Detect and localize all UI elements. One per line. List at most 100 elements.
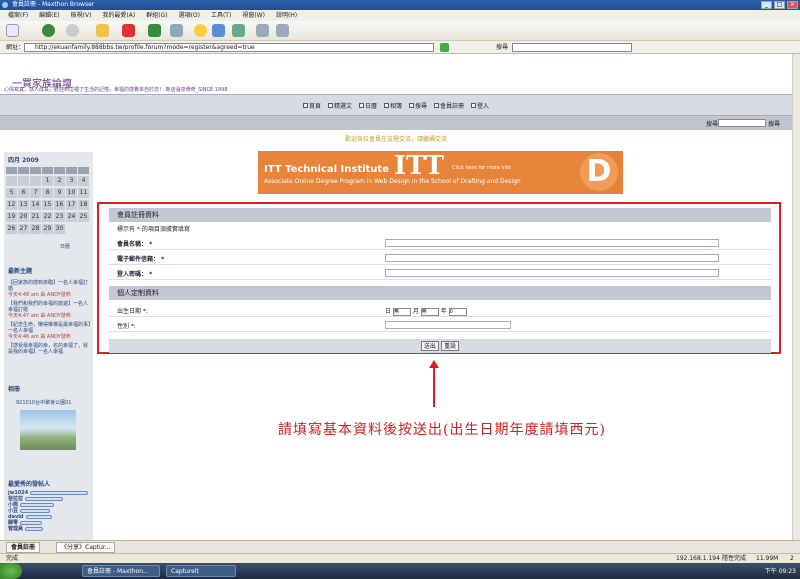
forum-search-button[interactable]: 搜尋 xyxy=(768,119,780,128)
nav-album[interactable]: 相簿 xyxy=(383,101,402,110)
calendar-day[interactable]: 15 xyxy=(42,200,53,210)
calendar-day[interactable]: 1 xyxy=(42,176,53,186)
layout-icon[interactable] xyxy=(256,24,269,37)
menu-groups[interactable]: 群組(G) xyxy=(146,10,167,21)
menu-edit[interactable]: 編輯(E) xyxy=(39,10,59,21)
calendar-day[interactable]: 7 xyxy=(30,188,41,198)
login-icon xyxy=(471,102,477,108)
email-input[interactable] xyxy=(385,254,719,262)
calendar-day[interactable]: 23 xyxy=(54,212,65,222)
open-icon[interactable] xyxy=(170,24,183,37)
go-icon[interactable] xyxy=(440,43,449,52)
new-page-icon[interactable] xyxy=(6,24,19,37)
start-button[interactable] xyxy=(0,563,22,579)
calendar-day[interactable]: 19 xyxy=(6,212,17,222)
forum-search-input[interactable] xyxy=(718,119,766,127)
year-prefix: 年 xyxy=(440,308,447,315)
register-icon xyxy=(434,102,440,108)
topic-link[interactable]: 【回家族的感到來臨】一名人幸福訂婚 xyxy=(8,280,92,292)
menu-file[interactable]: 檔案(F) xyxy=(8,10,28,21)
menu-options[interactable]: 選項(O) xyxy=(179,10,200,21)
nav-register[interactable]: 會員註冊 xyxy=(434,101,464,110)
password-input[interactable] xyxy=(385,269,719,277)
menu-favorites[interactable]: 我的最愛(A) xyxy=(102,10,135,21)
home-icon[interactable] xyxy=(96,24,109,37)
taskbar-item-browser[interactable]: 會員註冊 - Maxthon... xyxy=(82,565,160,577)
reset-button[interactable]: 重設 xyxy=(441,341,460,351)
back-icon[interactable] xyxy=(42,24,55,37)
day-select[interactable]: 無 xyxy=(392,307,411,316)
calendar-day[interactable]: 8 xyxy=(42,188,53,198)
calendar-day[interactable]: 13 xyxy=(18,200,29,210)
calendar-day[interactable]: 28 xyxy=(30,224,41,234)
nav-login[interactable]: 登入 xyxy=(471,101,489,110)
annotation-arrow xyxy=(433,364,435,407)
calendar-day[interactable]: 24 xyxy=(66,212,77,222)
submit-button[interactable]: 送出 xyxy=(420,341,439,351)
topic-link[interactable]: 【感受最幸福的幸，名的幸福了，就是我的幸福】一名人幸福 xyxy=(8,343,92,355)
calendar-day[interactable]: 20 xyxy=(18,212,29,222)
calendar-day[interactable]: 10 xyxy=(66,188,77,198)
poster-name[interactable]: 管理員 xyxy=(8,526,23,532)
calendar-title: 四月 2009 xyxy=(8,157,39,164)
menu-view[interactable]: 檢視(V) xyxy=(71,10,92,21)
calendar-day[interactable]: 11 xyxy=(78,188,89,198)
nav-featured[interactable]: 精選文 xyxy=(327,101,352,110)
album-photo[interactable] xyxy=(20,410,76,450)
save-icon[interactable] xyxy=(212,24,225,37)
calendar-day[interactable]: 21 xyxy=(30,212,41,222)
calendar-day[interactable]: 2 xyxy=(54,176,65,186)
vertical-scrollbar[interactable] xyxy=(792,54,800,540)
taskbar-item-capture[interactable]: Capturelt xyxy=(166,565,236,577)
menu-tools[interactable]: 工具(T) xyxy=(211,10,231,21)
undo-icon[interactable] xyxy=(232,24,245,37)
calendar-day[interactable]: 16 xyxy=(54,200,65,210)
favorites-icon[interactable] xyxy=(194,24,207,37)
calendar-day[interactable]: 5 xyxy=(6,188,17,198)
forward-icon[interactable] xyxy=(66,24,79,37)
calendar-day[interactable]: 9 xyxy=(54,188,65,198)
calendar-day[interactable]: 27 xyxy=(18,224,29,234)
calendar-day[interactable]: 4 xyxy=(78,176,89,186)
url-field[interactable]: http://ekuanfamily.888bbs.tw/profile.for… xyxy=(24,43,434,52)
calendar-day[interactable]: 25 xyxy=(78,212,89,222)
gender-input[interactable] xyxy=(385,321,511,329)
topic-link[interactable]: 【我們和我們的幸福的旅遊】一名人幸福訂婚 xyxy=(8,301,92,313)
minimize-button[interactable]: _ xyxy=(761,1,772,9)
username-input[interactable] xyxy=(385,239,719,247)
calendar-day[interactable]: 29 xyxy=(42,224,53,234)
calendar-day[interactable]: 12 xyxy=(6,200,17,210)
calendar-day[interactable]: 22 xyxy=(42,212,53,222)
menu-window[interactable]: 視窗(W) xyxy=(242,10,265,21)
calendar-day[interactable]: 17 xyxy=(66,200,77,210)
close-button[interactable]: × xyxy=(787,1,798,9)
calendar-day[interactable]: 6 xyxy=(18,188,29,198)
refresh-icon[interactable] xyxy=(148,24,161,37)
topic-link[interactable]: 【紀念生命，賺得推推是最幸福的事】一名人幸福 xyxy=(8,322,92,334)
site-slogan: 心情寫真，感人成長，歡迎到這裡了生活的記憶，幸福的感覺來自於您！ 新店溫泉傳奇_… xyxy=(4,87,228,93)
split-icon[interactable] xyxy=(276,24,289,37)
menu-help[interactable]: 說明(H) xyxy=(276,10,297,21)
calendar-day xyxy=(6,176,17,186)
window-title: 會員註冊 - Maxthon Browser xyxy=(12,1,95,8)
year-input[interactable]: 0 xyxy=(448,307,467,316)
calendar-day[interactable]: 14 xyxy=(30,200,41,210)
tab-capture[interactable]: 《分享》Captur... xyxy=(56,542,116,553)
nav-calendar[interactable]: 日曆 xyxy=(358,101,377,110)
section-title: 個人定制資料 xyxy=(109,286,771,300)
calendar-header xyxy=(54,167,65,174)
nav-search[interactable]: 搜尋 xyxy=(409,101,427,110)
month-select[interactable]: 無 xyxy=(420,307,439,316)
calendar-day[interactable]: 3 xyxy=(66,176,77,186)
search-field[interactable] xyxy=(512,43,632,52)
username-label: 會員名稱： * xyxy=(117,241,153,248)
calendar-day[interactable]: 26 xyxy=(6,224,17,234)
calendar-footer-link[interactable]: 日曆 xyxy=(60,244,90,250)
calendar-day[interactable]: 18 xyxy=(78,200,89,210)
stop-icon[interactable] xyxy=(122,24,135,37)
maximize-button[interactable]: □ xyxy=(774,1,785,9)
nav-home[interactable]: 首頁 xyxy=(302,101,321,110)
ad-banner[interactable]: ITT Technical Institute ITT Click here f… xyxy=(258,151,623,194)
tab-register[interactable]: 會員註冊 xyxy=(6,542,41,553)
calendar-day[interactable]: 30 xyxy=(54,224,65,234)
